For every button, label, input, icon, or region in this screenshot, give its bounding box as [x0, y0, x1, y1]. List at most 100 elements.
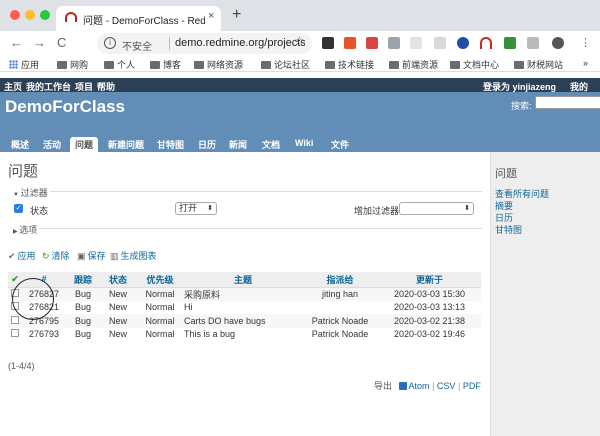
- folder-icon: [194, 61, 204, 69]
- issue-status: New: [100, 300, 136, 314]
- bookmark-folder[interactable]: 财税网站: [514, 58, 563, 71]
- issue-subject-link[interactable]: Hi: [184, 300, 302, 314]
- tab-documents[interactable]: 文档: [262, 138, 280, 151]
- project-title[interactable]: DemoForClass: [5, 97, 125, 117]
- status-filter-checkbox[interactable]: ✓: [14, 204, 23, 213]
- apply-link[interactable]: ✔ 应用: [8, 249, 36, 262]
- row-checkbox[interactable]: [11, 315, 19, 324]
- search-label: 搜索:: [511, 101, 532, 111]
- issue-subject-link[interactable]: 采购原料: [184, 287, 302, 301]
- search-input[interactable]: [535, 96, 600, 109]
- bookmark-folder[interactable]: 网购: [57, 58, 88, 71]
- bookmark-apps[interactable]: 应用: [9, 58, 39, 71]
- issue-status: New: [100, 287, 136, 301]
- column-header-assignee[interactable]: 指派给: [302, 272, 378, 288]
- issue-subject-link[interactable]: This is a bug: [184, 327, 302, 341]
- table-row[interactable]: 276795 Bug New Normal Carts DO have bugs…: [8, 314, 481, 328]
- extension-icon[interactable]: [388, 37, 400, 49]
- table-row[interactable]: 276793 Bug New Normal This is a bug Patr…: [8, 327, 481, 341]
- table-row[interactable]: 276827 Bug New Normal 采购原料 jiting han 20…: [8, 287, 481, 301]
- save-link[interactable]: ▣ 保存: [77, 249, 106, 262]
- column-header-subject[interactable]: 主题: [184, 272, 302, 288]
- browser-tab[interactable]: 问题 - DemoForClass - Redmine ×: [56, 6, 221, 31]
- row-checkbox[interactable]: [11, 329, 19, 338]
- issue-subject-link[interactable]: Carts DO have bugs: [184, 314, 302, 328]
- issue-assignee-link[interactable]: Patrick Noade: [302, 327, 378, 341]
- bookmark-folder[interactable]: 网络资源: [194, 58, 243, 71]
- export-separator: |: [457, 381, 461, 391]
- reload-icon[interactable]: C: [57, 35, 66, 50]
- extension-icon[interactable]: [366, 37, 378, 49]
- tab-close-icon[interactable]: ×: [208, 10, 214, 22]
- issue-assignee-link[interactable]: [302, 300, 378, 314]
- tab-gantt[interactable]: 甘特图: [157, 138, 184, 151]
- rss-icon: [398, 382, 407, 390]
- extension-icon[interactable]: [527, 37, 539, 49]
- issues-table: ✔ # 跟踪 状态 优先级 主题 指派给 更新于 276827 Bug New …: [8, 272, 481, 341]
- export-pdf-link[interactable]: PDF: [463, 381, 481, 391]
- sidebar-link-gantt[interactable]: 甘特图: [495, 223, 522, 236]
- extension-icon[interactable]: [457, 37, 469, 49]
- new-tab-button[interactable]: +: [232, 6, 241, 24]
- column-header-priority[interactable]: 优先级: [136, 272, 184, 288]
- tab-title: 问题 - DemoForClass - Redmine: [83, 16, 205, 27]
- bookmark-folder[interactable]: 论坛社区: [261, 58, 310, 71]
- back-arrow-icon[interactable]: ←: [10, 35, 23, 50]
- status-operator-select[interactable]: 打开 ⬍: [175, 202, 217, 215]
- filter-fieldset-border: [12, 191, 482, 192]
- issue-updated: 2020-03-03 13:13: [378, 300, 481, 314]
- tab-activity[interactable]: 活动: [43, 138, 61, 151]
- add-filter-select[interactable]: ⬍: [399, 202, 474, 215]
- extension-icon[interactable]: [410, 37, 422, 49]
- window-close-button[interactable]: [10, 10, 20, 20]
- column-header-status[interactable]: 状态: [100, 272, 136, 288]
- issue-assignee-link[interactable]: jiting han: [302, 287, 378, 301]
- issue-assignee-link[interactable]: Patrick Noade: [302, 314, 378, 328]
- main-content: 问题 ▼ 过滤器 ✓ 状态 打开 ⬍ 增加过滤器 ⬍ ▶ 选项 ✔ 应用 ↻ 清除 ▣…: [0, 152, 490, 436]
- window-minimize-button[interactable]: [25, 10, 35, 20]
- export-atom-link[interactable]: Atom: [409, 381, 430, 391]
- bookmark-folder[interactable]: 博客: [150, 58, 181, 71]
- tab-overview[interactable]: 概述: [11, 138, 29, 151]
- chart-icon: ▥: [110, 251, 119, 261]
- qr-extension-icon[interactable]: [322, 37, 334, 49]
- info-icon[interactable]: i: [104, 37, 116, 49]
- apps-grid-icon: [9, 60, 18, 69]
- bookmarks-bar: 应用 网购 个人 博客 网络资源 论坛社区 技术链接 前端资源 文档中心 财税网…: [0, 56, 600, 72]
- menu-kebab-icon[interactable]: ⋮: [580, 36, 591, 49]
- window-zoom-button[interactable]: [40, 10, 50, 20]
- url-text[interactable]: demo.redmine.org/projects/: [175, 37, 305, 49]
- bookmark-folder[interactable]: 文档中心: [450, 58, 499, 71]
- bookmark-folder[interactable]: 个人: [104, 58, 135, 71]
- extension-icon[interactable]: [434, 37, 446, 49]
- tab-new-issue[interactable]: 新建问题: [108, 138, 144, 151]
- bookmarks-overflow[interactable]: »: [583, 58, 588, 68]
- redmine-extension-icon[interactable]: [480, 37, 492, 49]
- filters-legend[interactable]: ▼ 过滤器: [11, 186, 50, 199]
- tab-news[interactable]: 新闻: [229, 138, 247, 151]
- extension-icon[interactable]: [344, 37, 356, 49]
- address-bar[interactable]: i 不安全 demo.redmine.org/projects/: [97, 33, 312, 54]
- chart-link[interactable]: ▥ 生成图表: [110, 249, 157, 262]
- tab-calendar[interactable]: 日历: [198, 138, 216, 151]
- issue-priority: Normal: [136, 314, 184, 328]
- folder-icon: [261, 61, 271, 69]
- export-csv-link[interactable]: CSV: [437, 381, 456, 391]
- bookmark-star-icon[interactable]: ☆: [294, 34, 305, 48]
- export-separator: |: [432, 381, 435, 391]
- column-header-tracker[interactable]: 跟踪: [66, 272, 100, 288]
- tab-wiki[interactable]: Wiki: [295, 138, 313, 148]
- profile-avatar[interactable]: [552, 37, 564, 49]
- tab-files[interactable]: 文件: [331, 138, 349, 151]
- column-header-updated[interactable]: 更新于: [378, 272, 481, 288]
- table-row[interactable]: 276821 Bug New Normal Hi 2020-03-03 13:1…: [8, 300, 481, 314]
- options-legend[interactable]: ▶ 选项: [11, 223, 40, 236]
- bookmark-folder[interactable]: 技术链接: [325, 58, 374, 71]
- bookmark-folder[interactable]: 前端资源: [389, 58, 438, 71]
- select-arrows-icon: ⬍: [464, 205, 470, 212]
- clear-link[interactable]: ↻ 清除: [42, 249, 70, 262]
- forward-arrow-icon[interactable]: →: [33, 35, 46, 50]
- folder-icon: [450, 61, 460, 69]
- issue-id-link[interactable]: 276793: [22, 327, 66, 341]
- extension-icon[interactable]: [504, 37, 516, 49]
